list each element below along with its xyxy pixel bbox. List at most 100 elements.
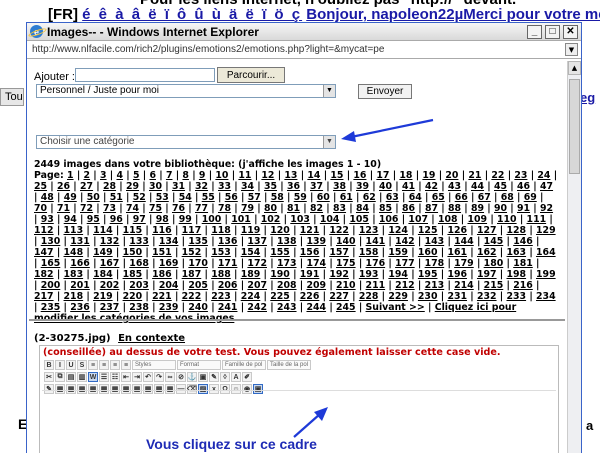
redo-icon[interactable]: ↷ [154,372,164,382]
page-link[interactable]: 144 [454,236,474,247]
page-link[interactable]: 204 [159,280,179,291]
paste-text-icon[interactable]: ▥ [77,372,87,382]
page-link[interactable]: 212 [395,280,415,291]
page-link[interactable]: 192 [329,269,349,280]
page-link[interactable]: 29 [126,181,139,192]
page-link[interactable]: 231 [447,291,467,302]
page-link[interactable]: 48 [41,192,54,203]
page-link[interactable]: 56 [225,192,238,203]
page-link[interactable]: 170 [188,258,208,269]
bg-right-link[interactable]: eg [580,90,595,105]
page-link[interactable]: 234 [536,291,556,302]
page-link[interactable]: 207 [247,280,267,291]
bullet-list-icon[interactable]: ☰ [99,372,109,382]
page-link[interactable]: 50 [87,192,100,203]
vertical-scrollbar[interactable]: ▲ [567,61,581,453]
page-link[interactable]: 190 [270,269,290,280]
file-path-input[interactable] [75,68,215,82]
page-link[interactable]: 23 [514,170,527,181]
page-link[interactable]: 72 [80,203,93,214]
page-link[interactable]: 132 [100,236,120,247]
page-link[interactable]: 108 [438,214,458,225]
page-link[interactable]: 166 [70,258,90,269]
page-link[interactable]: 110 [497,214,517,225]
page-link[interactable]: 188 [211,269,231,280]
title-bar[interactable]: e Images-- - Windows Internet Explorer _… [27,23,581,41]
page-link[interactable]: 109 [467,214,487,225]
page-link[interactable]: 75 [149,203,162,214]
paste-icon[interactable]: ▤ [66,372,76,382]
page-link[interactable]: 223 [211,291,231,302]
page-link[interactable]: 25 [34,181,47,192]
page-link[interactable]: 53 [156,192,169,203]
page-link[interactable]: 224 [241,291,261,302]
page-link[interactable]: 229 [388,291,408,302]
align-center-icon[interactable]: ≡ [99,360,109,370]
page-link[interactable]: 117 [182,225,202,236]
outdent-icon[interactable]: ⇤ [121,372,131,382]
page-link[interactable]: 221 [152,291,172,302]
page-link[interactable]: 28 [103,181,116,192]
paste-word-icon[interactable]: W [88,372,98,382]
page-link[interactable]: 123 [359,225,379,236]
page-link[interactable]: 237 [100,302,120,313]
page-link[interactable]: 202 [100,280,120,291]
page-link[interactable]: 169 [159,258,179,269]
page-link[interactable]: 31 [172,181,185,192]
indent-icon[interactable]: ⇥ [132,372,142,382]
page-link[interactable]: 184 [93,269,113,280]
page-link[interactable]: 176 [366,258,386,269]
page-link[interactable]: 208 [277,280,297,291]
choose-category-select[interactable]: Choisir une catégorie ▼ [36,135,336,149]
page-link[interactable]: 63 [386,192,399,203]
page-link[interactable]: 155 [270,247,290,258]
page-link[interactable]: 187 [182,269,202,280]
page-link[interactable]: 43 [448,181,461,192]
page-link[interactable]: 65 [432,192,445,203]
page-link[interactable]: 180 [484,258,504,269]
page-link[interactable]: 84 [356,203,369,214]
page-link[interactable]: 69 [524,192,537,203]
page-link[interactable]: 88 [448,203,461,214]
page-link[interactable]: 151 [152,247,172,258]
page-link[interactable]: 191 [300,269,320,280]
page-link[interactable]: 201 [70,280,90,291]
page-link[interactable]: 83 [333,203,346,214]
page-link[interactable]: 152 [182,247,202,258]
page-link[interactable]: 12 [261,170,274,181]
page-link[interactable]: 14 [307,170,320,181]
page-link[interactable]: 17 [376,170,389,181]
page-link[interactable]: 149 [93,247,113,258]
page-link[interactable]: 154 [241,247,261,258]
page-link[interactable]: 236 [70,302,90,313]
page-link[interactable]: 73 [103,203,116,214]
strikethrough-icon[interactable]: S [77,360,87,370]
page-link[interactable]: 45 [494,181,507,192]
page-link[interactable]: 138 [277,236,297,247]
page-link[interactable]: 60 [317,192,330,203]
page-link[interactable]: 140 [336,236,356,247]
page-link[interactable]: 10 [215,170,228,181]
page-link[interactable]: 54 [179,192,192,203]
source-icon[interactable]: ◊ [220,372,230,382]
page-link[interactable]: 121 [300,225,320,236]
page-link[interactable]: 239 [159,302,179,313]
page-link[interactable]: 61 [340,192,353,203]
page-link[interactable]: 106 [379,214,399,225]
page-link[interactable]: 120 [270,225,290,236]
send-button[interactable]: Envoyer [358,84,412,99]
page-link[interactable]: 98 [156,214,169,225]
page-link[interactable]: 94 [64,214,77,225]
address-dropdown-icon[interactable]: ▼ [565,43,578,56]
page-link[interactable]: 11 [238,170,251,181]
page-link[interactable]: 20 [445,170,458,181]
page-link[interactable]: 103 [290,214,310,225]
page-link[interactable]: 96 [110,214,123,225]
page-link[interactable]: 164 [536,247,556,258]
align-left-icon[interactable]: ≡ [88,360,98,370]
page-link[interactable]: 70 [34,203,47,214]
page-link[interactable]: 213 [425,280,445,291]
page-link[interactable]: 233 [507,291,527,302]
page-link[interactable]: 51 [110,192,123,203]
page-link[interactable]: 100 [202,214,222,225]
